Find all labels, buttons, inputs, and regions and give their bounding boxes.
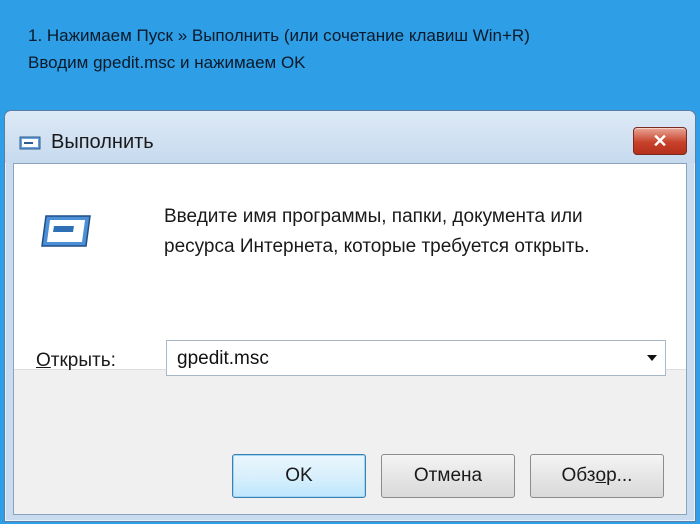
description-line-1: Введите имя программы, папки, документа … (164, 206, 583, 227)
open-input-value[interactable]: gpedit.msc (177, 348, 269, 370)
ok-button-label: OK (285, 465, 313, 486)
cancel-button-label: Отмена (413, 465, 483, 486)
instructions: 1. Нажимаем Пуск » Выполнить (или сочета… (28, 22, 530, 76)
instruction-line-2: Вводим gpedit.msc и нажимаем OK (28, 53, 306, 72)
dialog-body: Введите имя программы, папки, документа … (13, 163, 687, 515)
browse-label-part-1: Обз (561, 465, 596, 486)
browse-label-accesskey: о (595, 465, 607, 486)
ok-button[interactable]: OK (232, 454, 366, 498)
open-label-accesskey: О (36, 350, 51, 371)
open-label: Открыть: (36, 350, 116, 372)
chevron-down-icon[interactable] (647, 355, 657, 361)
description: Введите имя программы, папки, документа … (164, 202, 590, 262)
browse-label-part-2: р... (606, 465, 633, 486)
cancel-button[interactable]: Отмена (381, 454, 515, 498)
browse-button[interactable]: Обз о р... (530, 454, 664, 498)
run-program-icon (41, 215, 91, 247)
instruction-line-1: 1. Нажимаем Пуск » Выполнить (или сочета… (28, 26, 530, 45)
close-icon: ✕ (652, 130, 668, 151)
run-app-icon (19, 136, 41, 150)
run-dialog-window: Выполнить ✕ Введите имя программы, папки… (4, 110, 696, 522)
open-label-text: ткрыть: (50, 350, 116, 371)
window-title: Выполнить (51, 131, 154, 153)
open-combobox[interactable]: gpedit.msc (166, 340, 666, 376)
title-bar[interactable]: Выполнить ✕ (5, 111, 695, 163)
close-button[interactable]: ✕ (633, 127, 687, 155)
description-line-2: ресурса Интернета, которые требуется отк… (164, 236, 590, 257)
